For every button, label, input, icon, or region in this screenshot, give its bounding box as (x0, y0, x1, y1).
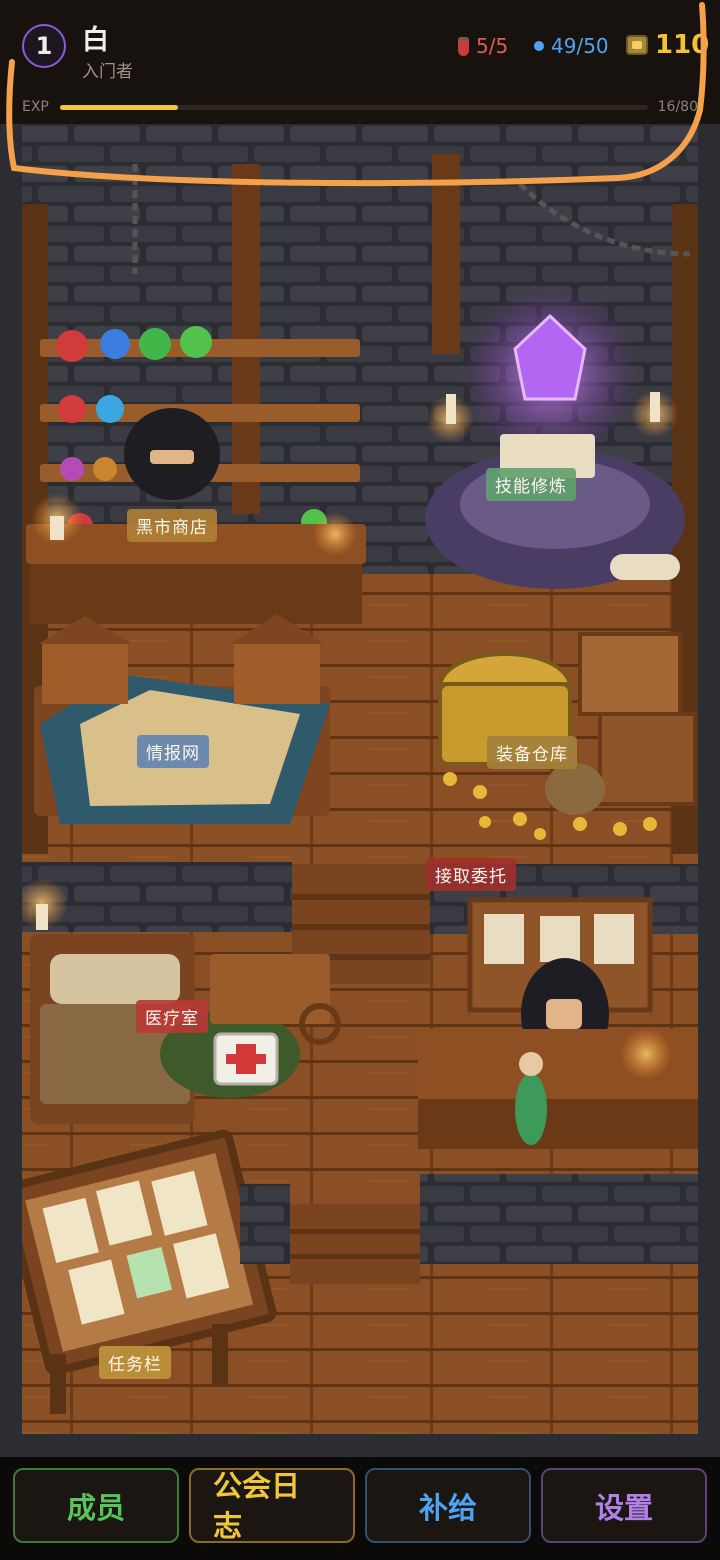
guild-hall-scene: 黑市商店 技能修炼 情报网 装备仓库 接取委托 医疗室 任务栏 (0, 124, 720, 1457)
game-screen: 1 白 入门者 5/5 49/50 110 EXP 16/80 黑市商店 技能修… (0, 0, 720, 1560)
settings-button[interactable]: 设置 (541, 1468, 707, 1543)
bottom-nav: 成员 公会日志 补给 设置 (0, 1457, 720, 1560)
hp-stat: 5/5 (458, 34, 508, 58)
red-potion-icon (458, 36, 469, 56)
guild-log-button[interactable]: 公会日志 (189, 1468, 355, 1543)
mp-value: 49/50 (551, 34, 609, 58)
room-intel-network[interactable]: 情报网 (137, 735, 209, 768)
exp-label: EXP (22, 99, 49, 115)
gold-stat: 110 (626, 30, 709, 60)
room-skill-training[interactable]: 技能修炼 (486, 468, 576, 501)
gold-value: 110 (655, 30, 710, 60)
exp-bar (60, 105, 648, 110)
guild-log-label: 公会日志 (213, 1468, 301, 1543)
player-hud: 1 白 入门者 5/5 49/50 110 EXP 16/80 (0, 0, 720, 124)
room-black-market[interactable]: 黑市商店 (127, 509, 217, 542)
members-button[interactable]: 成员 (13, 1468, 179, 1543)
player-name: 白 (82, 25, 109, 56)
player-rank-title: 入门者 (82, 62, 133, 82)
exp-value: 16/80 (657, 99, 698, 115)
room-equipment-storage[interactable]: 装备仓库 (487, 736, 577, 769)
guild-hall-illustration (0, 124, 720, 1457)
exp-bar-fill (60, 105, 178, 110)
room-accept-commission[interactable]: 接取委托 (426, 858, 516, 891)
room-infirmary[interactable]: 医疗室 (136, 1000, 208, 1033)
level-badge[interactable]: 1 (22, 24, 66, 68)
gold-chest-icon (626, 35, 648, 55)
mp-stat: 49/50 (534, 34, 609, 58)
room-quest-board[interactable]: 任务栏 (99, 1346, 171, 1379)
hp-value: 5/5 (476, 34, 509, 58)
supply-button[interactable]: 补给 (365, 1468, 531, 1543)
blue-orb-icon (534, 41, 544, 51)
